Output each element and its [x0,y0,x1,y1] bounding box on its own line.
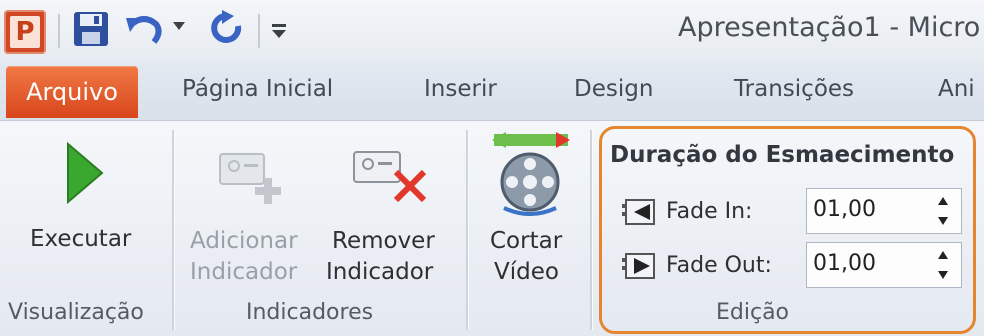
add-bookmark-icon [219,153,281,204]
fade-in-label: Fade In: [666,199,753,224]
tab-file[interactable]: Arquivo [6,66,138,118]
play-icon [67,141,104,205]
fade-in-spinner[interactable]: 01,00 [806,188,962,234]
fade-in-value[interactable]: 01,00 [813,197,876,222]
repeat-icon[interactable] [208,10,246,48]
app-icon-letter: P [10,16,40,48]
fade-out-label: Fade Out: [666,253,772,278]
qat-separator [58,14,60,48]
fade-out-spinner[interactable]: 01,00 [806,242,962,288]
tab-inserir[interactable]: Inserir [424,76,497,102]
title-bar: P Apresentação1 - Micro [0,0,984,62]
remove-bookmark-label-1: Remover [332,228,435,254]
trim-video-label-1: Cortar [490,228,563,254]
fade-in-icon [622,199,655,225]
add-bookmark-label-2: Indicador [190,259,298,285]
group-label-visualizacao: Visualização [8,300,144,325]
fade-out-value[interactable]: 01,00 [813,251,876,276]
group-separator [172,130,174,330]
group-separator [590,130,592,330]
trim-video-label-2: Vídeo [494,259,559,285]
save-icon[interactable] [72,10,110,48]
add-bookmark-label-1: Adicionar [190,228,298,254]
group-separator [466,130,468,330]
window-title: Apresentação1 - Micro [678,12,981,43]
tab-design[interactable]: Design [574,76,653,102]
remove-bookmark-label-2: Indicador [326,259,434,285]
play-label: Executar [30,226,132,252]
fade-duration-title: Duração do Esmaecimento [610,142,955,168]
qat-separator [258,14,260,48]
powerpoint-app-icon[interactable]: P [4,10,46,54]
undo-icon[interactable] [124,10,164,48]
fade-out-icon [622,253,655,279]
ribbon-tab-bar: Página Inicial Inserir Design Transições… [0,62,984,120]
trim-video-icon [492,132,570,216]
group-label-indicadores: Indicadores [246,300,374,325]
remove-bookmark-icon [353,151,427,203]
tab-animacoes[interactable]: Ani [938,76,975,102]
undo-dropdown-icon[interactable] [172,20,186,32]
tab-transicoes[interactable]: Transições [734,76,854,102]
spinner-arrows-icon[interactable] [935,191,951,231]
spinner-arrows-icon[interactable] [935,245,951,285]
customize-qat-icon[interactable] [270,22,288,40]
group-label-edicao: Edição [716,300,790,325]
tab-pagina-inicial[interactable]: Página Inicial [182,76,333,102]
